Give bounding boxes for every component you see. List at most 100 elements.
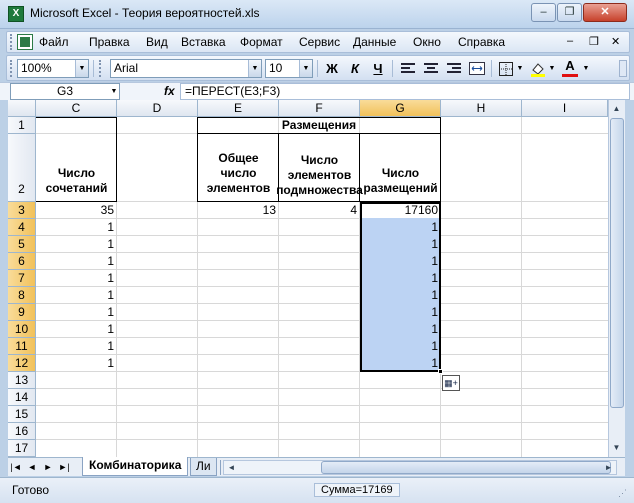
cell-g3[interactable]: 17160: [360, 202, 441, 219]
cell-g12[interactable]: 1: [360, 355, 441, 372]
cell-c10[interactable]: 1: [36, 321, 117, 338]
header-cell-e2[interactable]: Общее число элементов: [199, 134, 278, 196]
row-header[interactable]: 2: [8, 134, 36, 202]
row-header[interactable]: 6: [8, 253, 36, 270]
cell-g9[interactable]: 1: [360, 304, 441, 321]
toolbar-grip-icon[interactable]: [99, 60, 103, 77]
header-cell-g2[interactable]: Число размещений: [361, 134, 440, 196]
row-header[interactable]: 13: [8, 372, 36, 389]
cell-g11[interactable]: 1: [360, 338, 441, 355]
next-sheet-icon[interactable]: ►: [42, 460, 54, 474]
cell-g5[interactable]: 1: [360, 236, 441, 253]
zoom-select[interactable]: 100% ▼: [17, 59, 89, 78]
vertical-scrollbar[interactable]: ▲ ▼: [608, 100, 625, 457]
cell-g4[interactable]: 1: [360, 219, 441, 236]
cell-c3[interactable]: 35: [36, 202, 117, 219]
row-header[interactable]: 14: [8, 389, 36, 406]
column-header-h[interactable]: H: [441, 100, 522, 117]
chevron-down-icon[interactable]: ▼: [547, 59, 557, 78]
formula-input[interactable]: =ПЕРЕСТ(E3;F3): [180, 83, 630, 100]
menu-file[interactable]: Файл: [39, 35, 69, 49]
cell-g10[interactable]: 1: [360, 321, 441, 338]
first-sheet-icon[interactable]: |◄: [10, 460, 22, 474]
row-header[interactable]: 4: [8, 219, 36, 236]
cell-c5[interactable]: 1: [36, 236, 117, 253]
cell-g7[interactable]: 1: [360, 270, 441, 287]
align-right-icon[interactable]: [443, 59, 465, 78]
column-header-i[interactable]: I: [522, 100, 608, 117]
scroll-right-icon[interactable]: ►: [601, 460, 616, 475]
row-header[interactable]: 11: [8, 338, 36, 355]
prev-sheet-icon[interactable]: ◄: [26, 460, 38, 474]
menu-edit[interactable]: Правка: [89, 35, 130, 49]
menu-view[interactable]: Вид: [146, 35, 168, 49]
row-header[interactable]: 10: [8, 321, 36, 338]
scroll-up-icon[interactable]: ▲: [609, 101, 624, 116]
autofill-options-icon[interactable]: ▦+: [442, 375, 460, 391]
cell-f3[interactable]: 4: [279, 202, 360, 219]
chevron-down-icon[interactable]: ▼: [515, 59, 525, 78]
menu-insert[interactable]: Вставка: [181, 35, 226, 49]
toolbar-grip-icon[interactable]: [10, 60, 14, 77]
excel-app-icon[interactable]: X: [8, 6, 24, 22]
toolbar-options-icon[interactable]: [619, 60, 627, 77]
row-header[interactable]: 9: [8, 304, 36, 321]
sheet-tab-combinatorics[interactable]: Комбинаторика: [82, 457, 189, 476]
cell-g8[interactable]: 1: [360, 287, 441, 304]
cell-e3[interactable]: 13: [198, 202, 279, 219]
menu-window[interactable]: Окно: [413, 35, 441, 49]
merge-center-icon[interactable]: [466, 59, 488, 78]
spreadsheet-grid[interactable]: C D E F G H I 1 2 3 4 5 6 7 8 9 10 11 12…: [8, 100, 608, 457]
column-header-f[interactable]: F: [279, 100, 360, 117]
row-header[interactable]: 5: [8, 236, 36, 253]
doc-restore-button[interactable]: ❐: [589, 35, 599, 48]
align-left-icon[interactable]: [397, 59, 419, 78]
column-header-d[interactable]: D: [117, 100, 198, 117]
menu-tools[interactable]: Сервис: [299, 35, 340, 49]
chevron-down-icon[interactable]: ▼: [108, 83, 120, 100]
cell-c7[interactable]: 1: [36, 270, 117, 287]
close-button[interactable]: ✕: [583, 3, 627, 22]
cell-g6[interactable]: 1: [360, 253, 441, 270]
cell-c4[interactable]: 1: [36, 219, 117, 236]
row-header[interactable]: 7: [8, 270, 36, 287]
header-cell-f2[interactable]: Число элементов подмножества: [276, 134, 363, 198]
fill-color-icon[interactable]: [527, 59, 549, 78]
last-sheet-icon[interactable]: ►|: [58, 460, 70, 474]
row-header[interactable]: 17: [8, 440, 36, 457]
resize-grip-icon[interactable]: ⋰: [618, 488, 627, 499]
row-header[interactable]: 8: [8, 287, 36, 304]
menu-data[interactable]: Данные: [353, 35, 396, 49]
italic-button[interactable]: К: [344, 59, 366, 78]
chevron-down-icon[interactable]: ▼: [248, 60, 261, 77]
row-header[interactable]: 3: [8, 202, 36, 219]
excel-doc-icon[interactable]: [17, 34, 33, 50]
borders-icon[interactable]: [495, 59, 517, 78]
header-cell-c2[interactable]: Число сочетаний: [37, 134, 116, 196]
horizontal-scrollbar[interactable]: ◄ ►: [223, 460, 617, 475]
scroll-down-icon[interactable]: ▼: [609, 440, 624, 455]
minimize-button[interactable]: –: [531, 3, 556, 22]
sheet-tab-next[interactable]: Ли: [190, 458, 217, 476]
cell-c6[interactable]: 1: [36, 253, 117, 270]
chevron-down-icon[interactable]: ▼: [75, 60, 88, 77]
cell-c11[interactable]: 1: [36, 338, 117, 355]
cell-c8[interactable]: 1: [36, 287, 117, 304]
align-center-icon[interactable]: [420, 59, 442, 78]
vertical-scroll-thumb[interactable]: [610, 118, 624, 408]
fill-handle[interactable]: [438, 369, 443, 374]
menu-help[interactable]: Справка: [458, 35, 505, 49]
chevron-down-icon[interactable]: ▼: [299, 60, 312, 77]
cell-c12[interactable]: 1: [36, 355, 117, 372]
row-header[interactable]: 16: [8, 423, 36, 440]
row-header[interactable]: 15: [8, 406, 36, 423]
column-header-g[interactable]: G: [360, 100, 441, 117]
fx-icon[interactable]: fx: [164, 84, 175, 98]
doc-minimize-button[interactable]: –: [567, 35, 573, 47]
tab-split-handle[interactable]: [216, 460, 221, 475]
scroll-left-icon[interactable]: ◄: [224, 460, 239, 475]
column-header-e[interactable]: E: [198, 100, 279, 117]
bold-button[interactable]: Ж: [321, 59, 343, 78]
font-name-select[interactable]: Arial ▼: [110, 59, 262, 78]
menu-grip-icon[interactable]: [10, 34, 14, 50]
